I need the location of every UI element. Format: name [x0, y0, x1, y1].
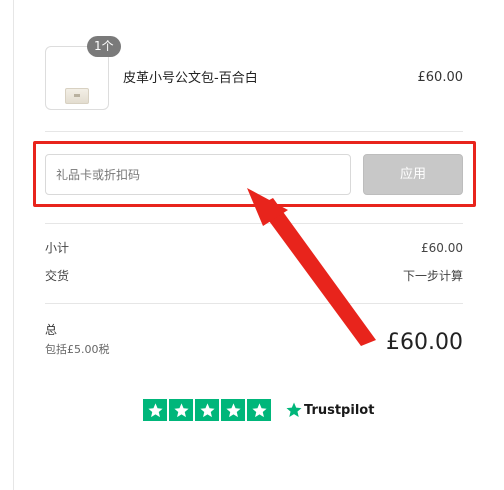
divider: [45, 131, 463, 132]
trustpilot-logo-text: Trustpilot: [304, 403, 375, 418]
total-amount: £60.00: [386, 330, 463, 355]
divider: [45, 303, 463, 304]
shipping-label: 交货: [45, 269, 70, 283]
product-price: £60.00: [417, 70, 464, 85]
star-icon: [169, 399, 193, 421]
star-icon: [221, 399, 245, 421]
panel-left-border: [13, 0, 14, 490]
star-icon: [247, 399, 271, 421]
briefcase-image: [65, 88, 89, 104]
divider: [45, 223, 463, 224]
tax-note: 包括£5.00税: [45, 343, 110, 356]
order-summary-panel: 1个 皮革小号公文包-百合白 £60.00 应用 小计 £60.00 交货 下一…: [0, 0, 504, 490]
shipping-value: 下一步计算: [402, 269, 463, 283]
quantity-badge: 1个: [87, 36, 121, 57]
discount-code-input[interactable]: [45, 154, 351, 195]
subtotal-value: £60.00: [421, 241, 463, 255]
subtotal-label: 小计: [45, 241, 70, 255]
trustpilot-rating-stars: [143, 399, 271, 421]
apply-discount-button[interactable]: 应用: [363, 154, 463, 195]
product-name: 皮革小号公文包-百合白: [123, 71, 258, 86]
total-label: 总: [45, 323, 58, 337]
star-icon: [143, 399, 167, 421]
star-icon: [195, 399, 219, 421]
trustpilot-logo-icon: [286, 402, 302, 417]
